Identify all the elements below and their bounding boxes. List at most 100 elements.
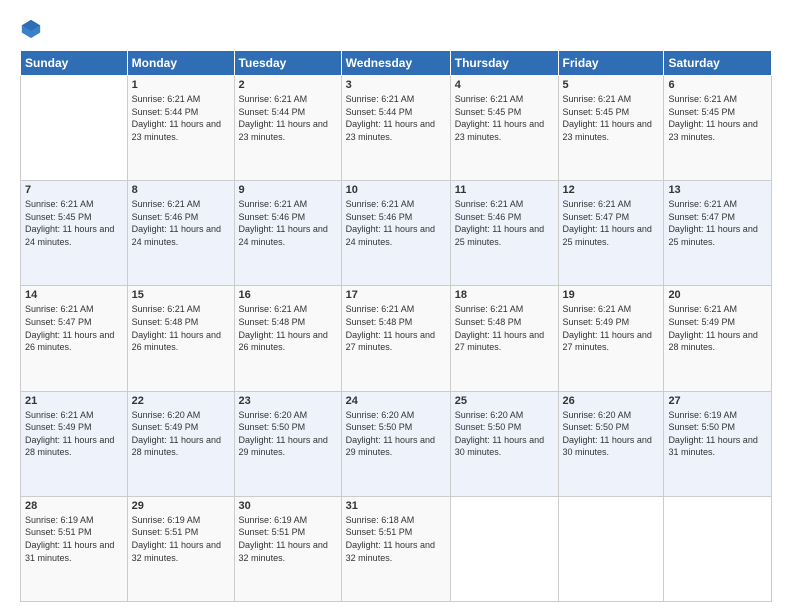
day-number: 25: [455, 395, 554, 407]
day-info: Sunrise: 6:21 AMSunset: 5:46 PMDaylight:…: [239, 198, 337, 248]
calendar-table: SundayMondayTuesdayWednesdayThursdayFrid…: [20, 50, 772, 602]
day-info: Sunrise: 6:21 AMSunset: 5:46 PMDaylight:…: [455, 198, 554, 248]
calendar-day-cell: 3 Sunrise: 6:21 AMSunset: 5:44 PMDayligh…: [341, 76, 450, 181]
day-number: 27: [668, 395, 767, 407]
calendar-week-row: 28 Sunrise: 6:19 AMSunset: 5:51 PMDaylig…: [21, 496, 772, 601]
calendar-day-cell: 17 Sunrise: 6:21 AMSunset: 5:48 PMDaylig…: [341, 286, 450, 391]
day-number: 16: [239, 289, 337, 301]
day-info: Sunrise: 6:21 AMSunset: 5:46 PMDaylight:…: [132, 198, 230, 248]
calendar-day-cell: 28 Sunrise: 6:19 AMSunset: 5:51 PMDaylig…: [21, 496, 128, 601]
day-number: 4: [455, 79, 554, 91]
day-number: 19: [563, 289, 660, 301]
calendar-week-row: 14 Sunrise: 6:21 AMSunset: 5:47 PMDaylig…: [21, 286, 772, 391]
day-info: Sunrise: 6:18 AMSunset: 5:51 PMDaylight:…: [346, 514, 446, 564]
day-number: 30: [239, 500, 337, 512]
calendar-day-cell: 14 Sunrise: 6:21 AMSunset: 5:47 PMDaylig…: [21, 286, 128, 391]
calendar-day-cell: 25 Sunrise: 6:20 AMSunset: 5:50 PMDaylig…: [450, 391, 558, 496]
calendar-day-cell: 29 Sunrise: 6:19 AMSunset: 5:51 PMDaylig…: [127, 496, 234, 601]
day-number: 12: [563, 184, 660, 196]
day-number: 2: [239, 79, 337, 91]
day-info: Sunrise: 6:21 AMSunset: 5:44 PMDaylight:…: [346, 93, 446, 143]
day-info: Sunrise: 6:21 AMSunset: 5:48 PMDaylight:…: [346, 303, 446, 353]
day-number: 11: [455, 184, 554, 196]
day-number: 3: [346, 79, 446, 91]
day-info: Sunrise: 6:20 AMSunset: 5:50 PMDaylight:…: [455, 409, 554, 459]
calendar-day-cell: 26 Sunrise: 6:20 AMSunset: 5:50 PMDaylig…: [558, 391, 664, 496]
day-number: 5: [563, 79, 660, 91]
day-info: Sunrise: 6:21 AMSunset: 5:45 PMDaylight:…: [25, 198, 123, 248]
day-info: Sunrise: 6:21 AMSunset: 5:47 PMDaylight:…: [25, 303, 123, 353]
day-info: Sunrise: 6:21 AMSunset: 5:49 PMDaylight:…: [668, 303, 767, 353]
calendar-day-cell: 24 Sunrise: 6:20 AMSunset: 5:50 PMDaylig…: [341, 391, 450, 496]
logo: [20, 18, 46, 40]
day-number: 21: [25, 395, 123, 407]
calendar-day-cell: 22 Sunrise: 6:20 AMSunset: 5:49 PMDaylig…: [127, 391, 234, 496]
day-number: 6: [668, 79, 767, 91]
day-info: Sunrise: 6:21 AMSunset: 5:48 PMDaylight:…: [455, 303, 554, 353]
day-number: 14: [25, 289, 123, 301]
day-number: 24: [346, 395, 446, 407]
weekday-header: Wednesday: [341, 51, 450, 76]
day-info: Sunrise: 6:21 AMSunset: 5:45 PMDaylight:…: [455, 93, 554, 143]
calendar-day-cell: 16 Sunrise: 6:21 AMSunset: 5:48 PMDaylig…: [234, 286, 341, 391]
day-info: Sunrise: 6:20 AMSunset: 5:49 PMDaylight:…: [132, 409, 230, 459]
calendar-day-cell: 5 Sunrise: 6:21 AMSunset: 5:45 PMDayligh…: [558, 76, 664, 181]
calendar-day-cell: 10 Sunrise: 6:21 AMSunset: 5:46 PMDaylig…: [341, 181, 450, 286]
day-info: Sunrise: 6:20 AMSunset: 5:50 PMDaylight:…: [239, 409, 337, 459]
calendar-day-cell: 20 Sunrise: 6:21 AMSunset: 5:49 PMDaylig…: [664, 286, 772, 391]
calendar-day-cell: 13 Sunrise: 6:21 AMSunset: 5:47 PMDaylig…: [664, 181, 772, 286]
day-info: Sunrise: 6:21 AMSunset: 5:49 PMDaylight:…: [563, 303, 660, 353]
day-info: Sunrise: 6:21 AMSunset: 5:44 PMDaylight:…: [239, 93, 337, 143]
calendar-week-row: 7 Sunrise: 6:21 AMSunset: 5:45 PMDayligh…: [21, 181, 772, 286]
day-info: Sunrise: 6:21 AMSunset: 5:44 PMDaylight:…: [132, 93, 230, 143]
day-number: 22: [132, 395, 230, 407]
day-number: 13: [668, 184, 767, 196]
day-info: Sunrise: 6:19 AMSunset: 5:51 PMDaylight:…: [25, 514, 123, 564]
day-info: Sunrise: 6:19 AMSunset: 5:51 PMDaylight:…: [132, 514, 230, 564]
day-number: 17: [346, 289, 446, 301]
day-info: Sunrise: 6:21 AMSunset: 5:46 PMDaylight:…: [346, 198, 446, 248]
calendar-day-cell: 31 Sunrise: 6:18 AMSunset: 5:51 PMDaylig…: [341, 496, 450, 601]
calendar-week-row: 1 Sunrise: 6:21 AMSunset: 5:44 PMDayligh…: [21, 76, 772, 181]
day-number: 1: [132, 79, 230, 91]
day-info: Sunrise: 6:19 AMSunset: 5:50 PMDaylight:…: [668, 409, 767, 459]
day-number: 20: [668, 289, 767, 301]
day-info: Sunrise: 6:21 AMSunset: 5:45 PMDaylight:…: [563, 93, 660, 143]
day-number: 10: [346, 184, 446, 196]
day-number: 31: [346, 500, 446, 512]
day-info: Sunrise: 6:21 AMSunset: 5:48 PMDaylight:…: [132, 303, 230, 353]
day-info: Sunrise: 6:21 AMSunset: 5:47 PMDaylight:…: [668, 198, 767, 248]
calendar-day-cell: [450, 496, 558, 601]
calendar-day-cell: [558, 496, 664, 601]
day-info: Sunrise: 6:21 AMSunset: 5:45 PMDaylight:…: [668, 93, 767, 143]
day-number: 26: [563, 395, 660, 407]
logo-icon: [20, 18, 42, 40]
weekday-header: Saturday: [664, 51, 772, 76]
day-number: 28: [25, 500, 123, 512]
calendar-day-cell: 8 Sunrise: 6:21 AMSunset: 5:46 PMDayligh…: [127, 181, 234, 286]
calendar-day-cell: 9 Sunrise: 6:21 AMSunset: 5:46 PMDayligh…: [234, 181, 341, 286]
calendar-week-row: 21 Sunrise: 6:21 AMSunset: 5:49 PMDaylig…: [21, 391, 772, 496]
calendar-day-cell: 30 Sunrise: 6:19 AMSunset: 5:51 PMDaylig…: [234, 496, 341, 601]
calendar-day-cell: 2 Sunrise: 6:21 AMSunset: 5:44 PMDayligh…: [234, 76, 341, 181]
calendar-day-cell: 23 Sunrise: 6:20 AMSunset: 5:50 PMDaylig…: [234, 391, 341, 496]
calendar-day-cell: 18 Sunrise: 6:21 AMSunset: 5:48 PMDaylig…: [450, 286, 558, 391]
day-info: Sunrise: 6:21 AMSunset: 5:49 PMDaylight:…: [25, 409, 123, 459]
day-number: 15: [132, 289, 230, 301]
day-info: Sunrise: 6:21 AMSunset: 5:47 PMDaylight:…: [563, 198, 660, 248]
calendar-day-cell: 21 Sunrise: 6:21 AMSunset: 5:49 PMDaylig…: [21, 391, 128, 496]
calendar-day-cell: 7 Sunrise: 6:21 AMSunset: 5:45 PMDayligh…: [21, 181, 128, 286]
day-number: 7: [25, 184, 123, 196]
day-info: Sunrise: 6:20 AMSunset: 5:50 PMDaylight:…: [346, 409, 446, 459]
day-number: 8: [132, 184, 230, 196]
weekday-header: Thursday: [450, 51, 558, 76]
day-number: 18: [455, 289, 554, 301]
calendar-day-cell: 27 Sunrise: 6:19 AMSunset: 5:50 PMDaylig…: [664, 391, 772, 496]
page-header: [20, 18, 772, 40]
weekday-header: Friday: [558, 51, 664, 76]
day-info: Sunrise: 6:21 AMSunset: 5:48 PMDaylight:…: [239, 303, 337, 353]
calendar-day-cell: [21, 76, 128, 181]
weekday-header: Monday: [127, 51, 234, 76]
calendar-day-cell: 1 Sunrise: 6:21 AMSunset: 5:44 PMDayligh…: [127, 76, 234, 181]
weekday-header: Sunday: [21, 51, 128, 76]
